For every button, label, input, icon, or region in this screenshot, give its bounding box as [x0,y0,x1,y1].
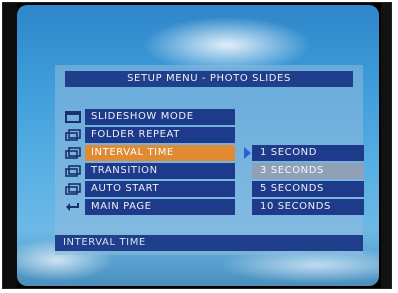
option-1-second[interactable]: 1 SECOND [252,145,364,161]
tv-bezel-right [381,3,391,288]
menu-item-label: SLIDESHOW MODE [85,109,235,125]
setup-menu: SETUP MENU - PHOTO SLIDES SLIDESHOW MODE… [55,65,364,255]
menu-item-slideshow-mode[interactable]: SLIDESHOW MODE [65,109,255,125]
option-5-seconds[interactable]: 5 SECONDS [252,181,364,197]
stacked-windows-icon [65,129,81,141]
menu-item-label: MAIN PAGE [85,199,235,215]
menu-list: SLIDESHOW MODE FOLDER REPEAT INTERVAL TI… [65,109,255,217]
menu-item-label: FOLDER REPEAT [85,127,235,143]
tv-screen: SETUP MENU - PHOTO SLIDES SLIDESHOW MODE… [17,5,379,286]
menu-item-folder-repeat[interactable]: FOLDER REPEAT [65,127,255,143]
menu-item-interval-time[interactable]: INTERVAL TIME [65,145,255,161]
stacked-windows-icon [65,183,81,195]
option-3-seconds[interactable]: 3 SECONDS [252,163,364,179]
submenu-arrow-icon [244,147,251,159]
status-bar: INTERVAL TIME [55,235,363,251]
menu-item-transition[interactable]: TRANSITION [65,163,255,179]
menu-item-label: AUTO START [85,181,235,197]
stacked-windows-icon [65,147,81,159]
return-arrow-icon [66,203,79,211]
tv-bezel-left [3,3,17,288]
menu-item-auto-start[interactable]: AUTO START [65,181,255,197]
menu-item-label: INTERVAL TIME [85,145,235,161]
interval-options: 1 SECOND 3 SECONDS 5 SECONDS 10 SECONDS [252,145,364,217]
option-10-seconds[interactable]: 10 SECONDS [252,199,364,215]
menu-title: SETUP MENU - PHOTO SLIDES [65,71,353,87]
window-icon [65,111,81,123]
menu-item-main-page[interactable]: MAIN PAGE [65,199,255,215]
stacked-windows-icon [65,165,81,177]
tv-frame: SETUP MENU - PHOTO SLIDES SLIDESHOW MODE… [2,2,392,289]
menu-item-label: TRANSITION [85,163,235,179]
